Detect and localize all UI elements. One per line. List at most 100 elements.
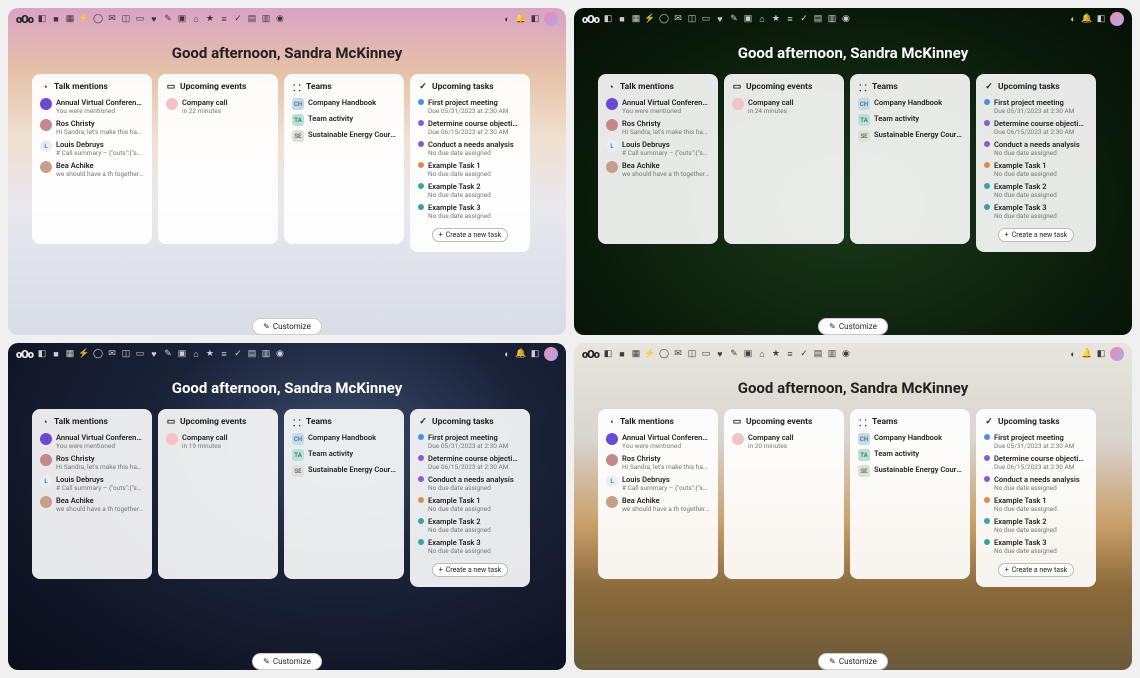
app-icon-5[interactable]: ✉ bbox=[673, 14, 683, 24]
status-icon-1[interactable]: 🔔 bbox=[516, 14, 526, 24]
task-row[interactable]: First project meetingDue 05/31/2023 at 2… bbox=[984, 98, 1088, 115]
app-icon-2[interactable]: ▦ bbox=[631, 14, 641, 24]
mention-row[interactable]: Annual Virtual ConferenceYou were mentio… bbox=[606, 98, 710, 115]
app-icon-15[interactable]: ▤ bbox=[813, 349, 823, 359]
task-row[interactable]: Example Task 3No due date assigned bbox=[418, 538, 522, 555]
app-icon-10[interactable]: ▣ bbox=[177, 14, 187, 24]
app-icon-5[interactable]: ✉ bbox=[107, 349, 117, 359]
customize-button[interactable]: ✎Customize bbox=[252, 653, 322, 670]
mention-row[interactable]: Ros ChristyHi Sandra, let's make this ha… bbox=[40, 119, 144, 136]
task-row[interactable]: First project meetingDue 05/31/2023 at 2… bbox=[418, 98, 522, 115]
mention-row[interactable]: Annual Virtual ConferenceYou were mentio… bbox=[40, 98, 144, 115]
app-icon-4[interactable]: ◯ bbox=[93, 14, 103, 24]
app-icon-15[interactable]: ▤ bbox=[247, 349, 257, 359]
status-icon-2[interactable]: ◧ bbox=[530, 14, 540, 24]
app-icon-4[interactable]: ◯ bbox=[93, 349, 103, 359]
app-icon-15[interactable]: ▤ bbox=[813, 14, 823, 24]
app-icon-13[interactable]: ≡ bbox=[219, 349, 229, 359]
app-icon-3[interactable]: ⚡ bbox=[79, 14, 89, 24]
status-icon-1[interactable]: 🔔 bbox=[516, 349, 526, 359]
task-row[interactable]: Conduct a needs analysisNo due date assi… bbox=[418, 475, 522, 492]
user-avatar[interactable] bbox=[1110, 12, 1124, 26]
event-row[interactable]: Company callin 24 minutes bbox=[732, 98, 836, 115]
app-icon-11[interactable]: ⌂ bbox=[191, 14, 201, 24]
app-icon-11[interactable]: ⌂ bbox=[191, 349, 201, 359]
app-icon-14[interactable]: ✓ bbox=[799, 349, 809, 359]
task-row[interactable]: First project meetingDue 05/31/2023 at 2… bbox=[418, 433, 522, 450]
status-icon-0[interactable]: ◐ bbox=[1068, 349, 1078, 359]
app-icon-13[interactable]: ≡ bbox=[785, 14, 795, 24]
team-row[interactable]: TATeam activity bbox=[292, 114, 396, 126]
app-icon-9[interactable]: ✎ bbox=[729, 14, 739, 24]
status-icon-1[interactable]: 🔔 bbox=[1082, 349, 1092, 359]
app-icon-9[interactable]: ✎ bbox=[163, 14, 173, 24]
app-icon-1[interactable]: ■ bbox=[51, 349, 61, 359]
app-icon-14[interactable]: ✓ bbox=[233, 14, 243, 24]
app-icon-8[interactable]: ♥ bbox=[149, 349, 159, 359]
task-row[interactable]: Determine course objectivesDue 06/15/202… bbox=[418, 454, 522, 471]
app-icon-7[interactable]: ▭ bbox=[701, 349, 711, 359]
app-icon-10[interactable]: ▣ bbox=[177, 349, 187, 359]
app-icon-12[interactable]: ★ bbox=[771, 14, 781, 24]
app-icon-17[interactable]: ◉ bbox=[275, 349, 285, 359]
app-icon-9[interactable]: ✎ bbox=[729, 349, 739, 359]
app-icon-13[interactable]: ≡ bbox=[219, 14, 229, 24]
status-icon-0[interactable]: ◐ bbox=[502, 349, 512, 359]
mention-row[interactable]: LLouis Debruys# Call summary – {"outs":{… bbox=[40, 140, 144, 157]
user-avatar[interactable] bbox=[1110, 347, 1124, 361]
app-icon-8[interactable]: ♥ bbox=[715, 14, 725, 24]
app-icon-3[interactable]: ⚡ bbox=[645, 14, 655, 24]
user-avatar[interactable] bbox=[544, 12, 558, 26]
task-row[interactable]: Conduct a needs analysisNo due date assi… bbox=[418, 140, 522, 157]
app-icon-0[interactable]: ◧ bbox=[603, 14, 613, 24]
app-icon-2[interactable]: ▦ bbox=[65, 349, 75, 359]
event-row[interactable]: Company callin 20 minutes bbox=[732, 433, 836, 450]
task-row[interactable]: Example Task 2No due date assigned bbox=[418, 517, 522, 534]
event-row[interactable]: Company callin 19 minutes bbox=[166, 433, 270, 450]
status-icon-2[interactable]: ◧ bbox=[530, 349, 540, 359]
app-icon-4[interactable]: ◯ bbox=[659, 14, 669, 24]
app-icon-2[interactable]: ▦ bbox=[631, 349, 641, 359]
task-row[interactable]: Example Task 3No due date assigned bbox=[984, 538, 1088, 555]
team-row[interactable]: TATeam activity bbox=[858, 449, 962, 461]
team-row[interactable]: TATeam activity bbox=[858, 114, 962, 126]
app-icon-17[interactable]: ◉ bbox=[275, 14, 285, 24]
task-row[interactable]: Determine course objectivesDue 06/15/202… bbox=[984, 454, 1088, 471]
task-row[interactable]: Example Task 1No due date assigned bbox=[984, 496, 1088, 513]
status-icon-0[interactable]: ◐ bbox=[502, 14, 512, 24]
app-icon-0[interactable]: ◧ bbox=[37, 14, 47, 24]
create-task-button[interactable]: +Create a new task bbox=[998, 563, 1074, 577]
mention-row[interactable]: LLouis Debruys# Call summary – {"outs":{… bbox=[40, 475, 144, 492]
task-row[interactable]: Conduct a needs analysisNo due date assi… bbox=[984, 475, 1088, 492]
team-row[interactable]: CHCompany Handbook bbox=[292, 433, 396, 445]
create-task-button[interactable]: +Create a new task bbox=[998, 228, 1074, 242]
app-icon-1[interactable]: ■ bbox=[617, 349, 627, 359]
event-row[interactable]: Company callin 22 minutes bbox=[166, 98, 270, 115]
app-icon-16[interactable]: ▥ bbox=[827, 14, 837, 24]
create-task-button[interactable]: +Create a new task bbox=[432, 563, 508, 577]
mention-row[interactable]: Ros ChristyHi Sandra, let's make this ha… bbox=[606, 454, 710, 471]
app-icon-16[interactable]: ▥ bbox=[261, 349, 271, 359]
team-row[interactable]: CHCompany Handbook bbox=[858, 433, 962, 445]
app-icon-11[interactable]: ⌂ bbox=[757, 14, 767, 24]
app-icon-1[interactable]: ■ bbox=[51, 14, 61, 24]
app-icon-7[interactable]: ▭ bbox=[701, 14, 711, 24]
task-row[interactable]: Example Task 3No due date assigned bbox=[984, 203, 1088, 220]
mention-row[interactable]: Bea Achikewe should have a th together … bbox=[606, 496, 710, 513]
mention-row[interactable]: Annual Virtual ConferenceYou were mentio… bbox=[40, 433, 144, 450]
app-icon-16[interactable]: ▥ bbox=[827, 349, 837, 359]
app-icon-11[interactable]: ⌂ bbox=[757, 349, 767, 359]
mention-row[interactable]: Annual Virtual ConferenceYou were mentio… bbox=[606, 433, 710, 450]
task-row[interactable]: Example Task 3No due date assigned bbox=[418, 203, 522, 220]
task-row[interactable]: Determine course objectivesDue 06/15/202… bbox=[418, 119, 522, 136]
mention-row[interactable]: Ros ChristyHi Sandra, let's make this ha… bbox=[40, 454, 144, 471]
mention-row[interactable]: Bea Achikewe should have a th together … bbox=[40, 496, 144, 513]
app-icon-10[interactable]: ▣ bbox=[743, 14, 753, 24]
task-row[interactable]: Example Task 2No due date assigned bbox=[418, 182, 522, 199]
app-icon-0[interactable]: ◧ bbox=[37, 349, 47, 359]
app-icon-6[interactable]: ◫ bbox=[121, 14, 131, 24]
status-icon-2[interactable]: ◧ bbox=[1096, 14, 1106, 24]
team-row[interactable]: SESustainable Energy Course bbox=[292, 465, 396, 477]
app-icon-6[interactable]: ◫ bbox=[687, 349, 697, 359]
app-icon-9[interactable]: ✎ bbox=[163, 349, 173, 359]
